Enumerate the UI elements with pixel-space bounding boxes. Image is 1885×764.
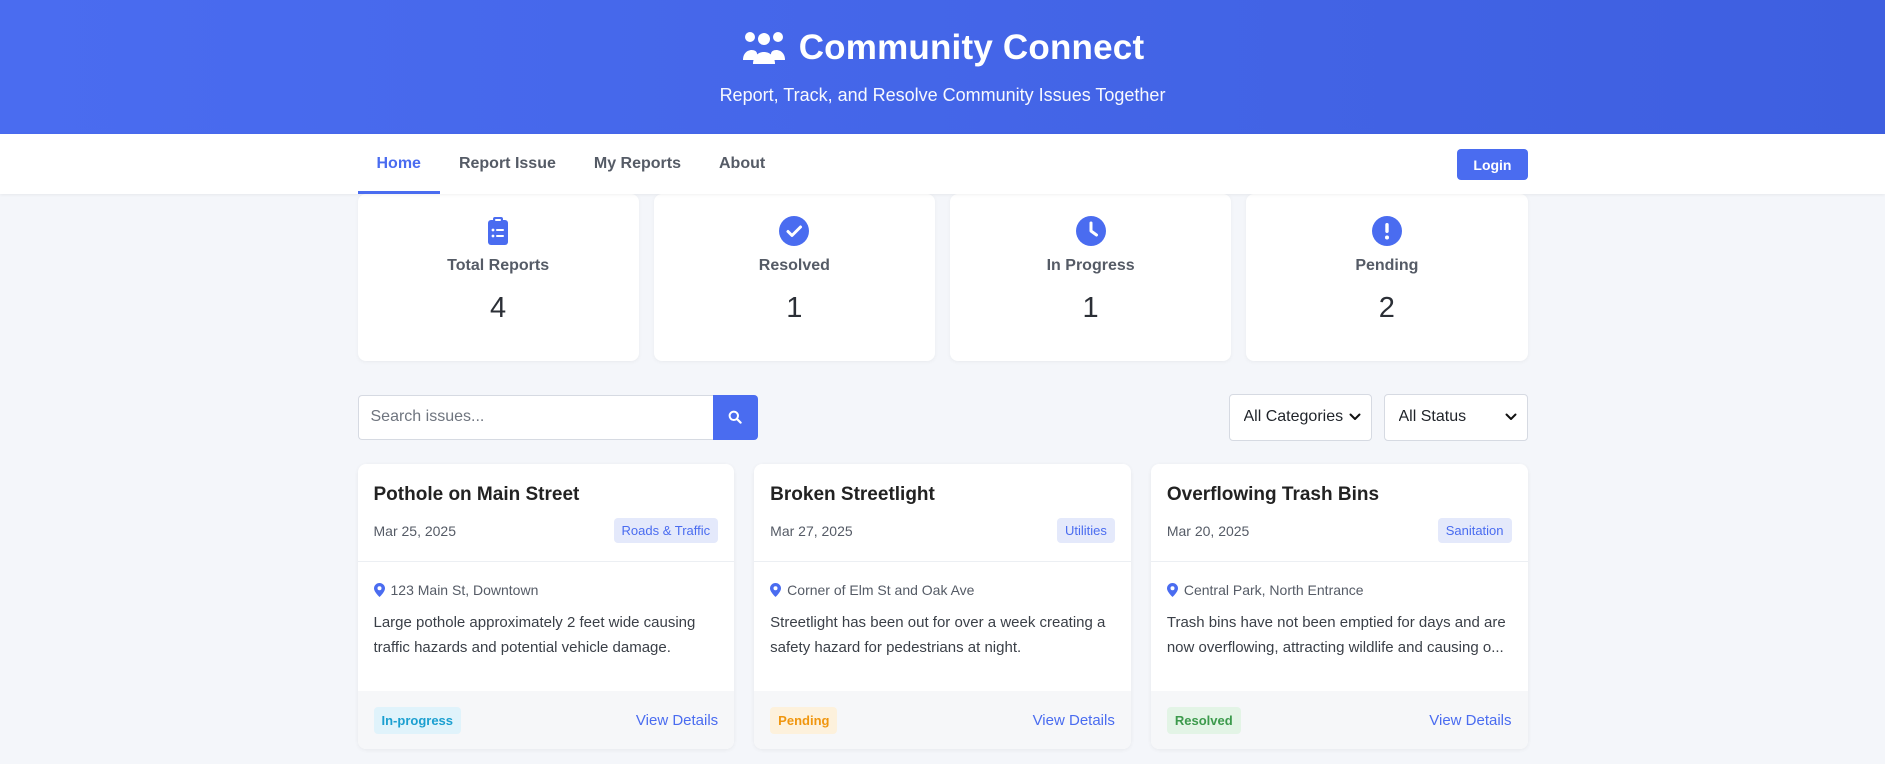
filter-group: All Categories All Status [1228, 393, 1528, 441]
stat-label: Pending [1355, 257, 1419, 274]
main-content: Total Reports 4 Resolved 1 In Progress 1 [357, 194, 1528, 749]
stat-card-pending: Pending 2 [1246, 194, 1528, 361]
search-group [357, 394, 758, 440]
issue-location-text: 123 Main St, Downtown [390, 582, 539, 598]
category-badge: Roads & Traffic [613, 518, 719, 543]
stat-label: In Progress [1046, 257, 1135, 274]
main-nav: Home Report Issue My Reports About Login [0, 134, 1885, 194]
view-details-link[interactable]: View Details [636, 712, 718, 729]
status-select[interactable]: All Status [1383, 393, 1528, 441]
issue-card[interactable]: Pothole on Main Street Mar 25, 2025 Road… [357, 464, 735, 749]
app-header: Community Connect Report, Track, and Res… [0, 0, 1885, 134]
people-group-icon [742, 32, 785, 64]
view-details-link[interactable]: View Details [1429, 712, 1511, 729]
issue-location-text: Central Park, North Entrance [1183, 582, 1364, 598]
stat-label: Resolved [758, 257, 830, 274]
tab-report-issue[interactable]: Report Issue [440, 134, 575, 194]
map-pin-icon [1166, 583, 1178, 597]
issue-description: Trash bins have not been emptied for day… [1166, 614, 1506, 656]
issue-description: Large pothole approximately 2 feet wide … [373, 614, 696, 656]
issue-date: Mar 25, 2025 [373, 522, 457, 539]
issue-location: 123 Main St, Downtown [373, 582, 719, 598]
view-details-link[interactable]: View Details [1033, 712, 1115, 729]
app-title: Community Connect [798, 28, 1145, 67]
clock-icon [1075, 216, 1106, 246]
stat-card-total: Total Reports 4 [357, 194, 639, 361]
filter-toolbar: All Categories All Status [357, 393, 1528, 441]
stat-card-resolved: Resolved 1 [653, 194, 935, 361]
issue-location: Corner of Elm St and Oak Ave [770, 582, 1115, 598]
nav-tabs: Home Report Issue My Reports About [357, 134, 785, 194]
status-select-value: All Status [1398, 408, 1467, 425]
stats-row: Total Reports 4 Resolved 1 In Progress 1 [357, 194, 1528, 361]
category-select[interactable]: All Categories [1228, 393, 1372, 441]
issue-title: Pothole on Main Street [373, 484, 580, 505]
stat-value: 2 [1378, 292, 1395, 324]
search-icon [728, 410, 742, 424]
issue-card[interactable]: Broken Streetlight Mar 27, 2025 Utilitie… [754, 464, 1131, 749]
stat-value: 4 [490, 292, 507, 324]
issue-title: Broken Streetlight [770, 484, 935, 505]
tab-about[interactable]: About [700, 134, 784, 194]
login-button[interactable]: Login [1457, 148, 1528, 180]
stat-card-in-progress: In Progress 1 [950, 194, 1232, 361]
brand: Community Connect [741, 28, 1145, 68]
stat-value: 1 [1082, 292, 1099, 324]
issue-date: Mar 20, 2025 [1166, 522, 1250, 539]
tab-my-reports[interactable]: My Reports [575, 134, 700, 194]
clipboard-list-icon [488, 217, 509, 245]
chevron-down-icon [1349, 413, 1360, 420]
issue-location-text: Corner of Elm St and Oak Ave [787, 582, 975, 598]
issue-description: Streetlight has been out for over a week… [770, 614, 1106, 656]
status-badge: Pending [770, 706, 838, 734]
map-pin-icon [770, 583, 782, 597]
search-button[interactable] [712, 394, 758, 440]
issue-location: Central Park, North Entrance [1166, 582, 1512, 598]
tab-home[interactable]: Home [357, 134, 441, 194]
category-badge: Sanitation [1437, 518, 1512, 543]
search-input[interactable] [357, 394, 713, 440]
issue-card[interactable]: Overflowing Trash Bins Mar 20, 2025 Sani… [1150, 464, 1528, 749]
stat-value: 1 [786, 292, 803, 324]
exclamation-circle-icon [1371, 216, 1402, 246]
map-pin-icon [373, 583, 385, 597]
chevron-down-icon [1505, 413, 1516, 420]
issue-title: Overflowing Trash Bins [1166, 484, 1380, 505]
stat-label: Total Reports [447, 257, 550, 274]
category-badge: Utilities [1056, 518, 1115, 543]
issue-date: Mar 27, 2025 [770, 522, 853, 539]
status-badge: In-progress [373, 706, 462, 734]
app-tagline: Report, Track, and Resolve Community Iss… [719, 85, 1166, 105]
check-circle-icon [779, 216, 810, 246]
issue-list: Pothole on Main Street Mar 25, 2025 Road… [357, 464, 1528, 749]
status-badge: Resolved [1166, 706, 1241, 734]
category-select-value: All Categories [1243, 408, 1344, 425]
